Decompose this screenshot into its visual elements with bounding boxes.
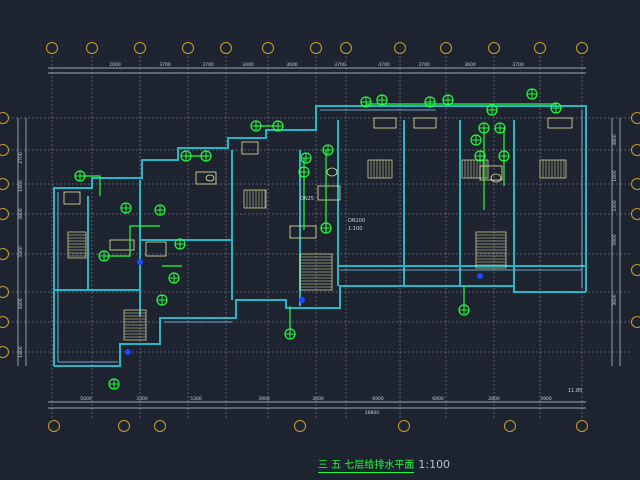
dimension-label-left: 2700: [18, 152, 24, 164]
dimension-label-bottom: 3900: [258, 396, 270, 402]
dimension-label-bottom: 6900: [372, 396, 384, 402]
dimension-label-top: 3600: [464, 62, 476, 68]
dimension-label-bottom: 5300: [190, 396, 202, 402]
floor-plan-canvas: 2600 3700 3700 3400 3600 3700 4700 3700 3600 3700…: [0, 0, 640, 480]
dimension-label-total: 26800: [365, 410, 379, 416]
dimension-label-left: 3400: [18, 298, 24, 310]
elevation-note: 11.85: [568, 388, 582, 394]
dimension-label-top: 3700: [202, 62, 214, 68]
dimension-label-bottom: 3300: [136, 396, 148, 402]
dimension-label-right: 4800: [612, 134, 618, 146]
dimension-label-top: 2600: [109, 62, 121, 68]
dimension-label-bottom: 6900: [432, 396, 444, 402]
pipe-note-scale: 1:100: [348, 226, 362, 232]
dimension-label-bottom: 3400: [312, 396, 324, 402]
dimension-label-bottom: 2800: [488, 396, 500, 402]
dimension-label-top: 3700: [512, 62, 524, 68]
dimension-label-left: 1800: [18, 180, 24, 192]
dimension-label-right: 5900: [612, 234, 618, 246]
dimension-label-bottom: 5000: [80, 396, 92, 402]
dimension-label-right: 1800: [612, 170, 618, 182]
dimension-label-top: 3700: [418, 62, 430, 68]
dimension-label-bottom: 3900: [540, 396, 552, 402]
dimension-label-right: 3300: [612, 200, 618, 212]
drawing-scale: 1:100: [418, 458, 451, 471]
dimension-label-left: 3800: [18, 208, 24, 220]
drawing-title: 三 五 七层给排水平面: [318, 460, 415, 473]
dimension-label-left: 3300: [18, 246, 24, 258]
dimension-label-right: 3600: [612, 294, 618, 306]
pipe-note-dn25: DN25: [300, 196, 314, 202]
dimension-label-top: 3700: [334, 62, 346, 68]
dimension-label-left: 1400: [18, 346, 24, 358]
dimension-label-top: 3600: [286, 62, 298, 68]
pipe-note-dn100: DN100: [348, 218, 365, 224]
dimension-label-top: 3700: [159, 62, 171, 68]
dimension-label-top: 3400: [242, 62, 254, 68]
drawing-title-block: 三 五 七层给排水平面 1:100: [318, 458, 450, 474]
dimension-label-top: 4700: [378, 62, 390, 68]
